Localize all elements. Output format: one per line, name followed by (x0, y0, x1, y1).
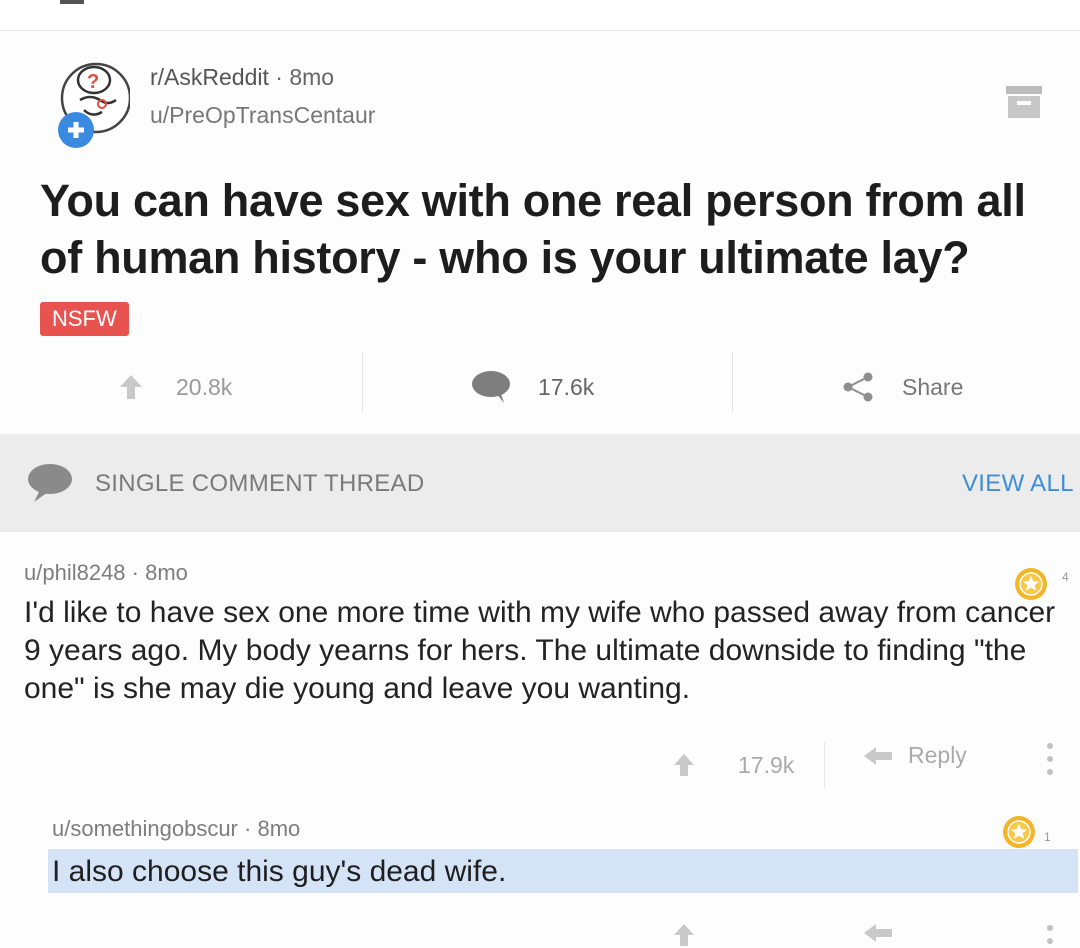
award-count: 4 (1062, 570, 1069, 584)
comment-meta: u/phil8248 · 8mo (24, 560, 188, 586)
more-icon[interactable] (1040, 736, 1060, 782)
share-label: Share (902, 373, 964, 400)
reply-button[interactable]: Reply (862, 742, 967, 769)
reply-icon (864, 924, 892, 942)
post-author[interactable]: u/PreOpTransCentaur (150, 102, 375, 129)
post-meta: r/AskReddit · 8mo (150, 64, 334, 91)
reply-label: Reply (908, 742, 967, 768)
comment-upvote-button[interactable] (672, 922, 696, 948)
upvote-icon (674, 754, 694, 776)
post-upvote-button[interactable]: 20.8k (118, 362, 232, 412)
comment-icon (472, 371, 510, 403)
comment-author[interactable]: u/somethingobscur (52, 816, 238, 841)
comment-meta: u/somethingobscur · 8mo (52, 816, 300, 842)
meta-separator: · (244, 816, 252, 841)
post-title[interactable]: You can have sex with one real person fr… (40, 172, 1070, 286)
comment-upvote-button[interactable]: 17.9k (672, 742, 826, 788)
comment-author[interactable]: u/phil8248 (24, 560, 126, 585)
reply-button[interactable] (862, 922, 894, 944)
meta-separator: · (131, 560, 139, 585)
share-icon (843, 372, 873, 402)
view-all-link[interactable]: VIEW ALL (962, 470, 1074, 498)
post-comment-count: 17.6k (538, 373, 595, 400)
award-icon[interactable] (1002, 815, 1036, 849)
top-bar-stub (60, 0, 84, 4)
upvote-icon (674, 924, 694, 946)
share-button[interactable]: Share (840, 362, 963, 412)
meta-separator: · (275, 64, 283, 90)
comment-age: 8mo (257, 816, 301, 841)
subreddit-avatar-icon[interactable]: ? (50, 58, 130, 150)
post-comments-button[interactable]: 17.6k (470, 362, 594, 412)
subreddit-link[interactable]: r/AskReddit (150, 64, 269, 90)
comment-thread-icon (28, 464, 72, 502)
post-upvote-count: 20.8k (176, 373, 233, 400)
action-divider (824, 742, 826, 788)
comment-body: I also choose this guy's dead wife. (52, 855, 507, 888)
comment-age: 8mo (145, 560, 188, 585)
thread-label: SINGLE COMMENT THREAD (95, 470, 425, 497)
comment-vote-count: 17.9k (738, 751, 795, 778)
action-divider (362, 352, 363, 412)
post-age: 8mo (289, 64, 335, 90)
top-bar (0, 0, 1080, 31)
reply-icon (864, 746, 892, 765)
archive-icon[interactable] (1004, 84, 1044, 120)
svg-text:?: ? (87, 71, 99, 93)
action-divider (732, 352, 733, 412)
award-count: 1 (1044, 830, 1051, 844)
nsfw-badge: NSFW (40, 302, 129, 336)
comment-body: I'd like to have sex one more time with … (24, 596, 1056, 705)
more-icon[interactable] (1040, 918, 1060, 948)
upvote-icon (120, 375, 142, 399)
